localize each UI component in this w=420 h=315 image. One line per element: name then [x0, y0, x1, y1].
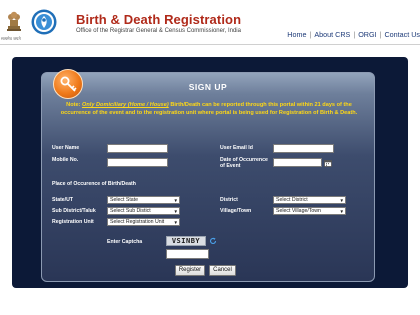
district-label: District: [220, 197, 238, 203]
site-title: Birth & Death Registration: [76, 12, 242, 27]
signup-title: SIGN UP: [188, 82, 228, 92]
date-of-occurrence-label: Date of Occurrence of Event: [220, 157, 268, 169]
date-of-occurrence-input[interactable]: [273, 158, 322, 167]
nav-contact-us-link[interactable]: Contact Us: [384, 30, 420, 39]
date-label-line2: of Event: [220, 163, 241, 169]
cancel-button[interactable]: Cancel: [209, 265, 236, 276]
nav-home-link[interactable]: Home: [287, 30, 306, 39]
user-name-label: User Name: [52, 145, 80, 151]
state-select-value: Select State: [110, 197, 138, 203]
captcha-image: VSINBY: [166, 236, 206, 246]
sub-district-select[interactable]: Select Sub Distict ▼: [107, 207, 180, 215]
district-select-value: Select District: [276, 197, 308, 203]
mobile-no-label: Mobile No.: [52, 157, 79, 163]
mobile-no-input[interactable]: [107, 158, 168, 167]
national-emblem-icon: [7, 11, 21, 31]
dropdown-arrow-icon: ▼: [173, 209, 178, 214]
key-icon: [60, 76, 77, 92]
sub-district-select-value: Select Sub Distict: [110, 208, 151, 214]
key-badge: [53, 69, 83, 99]
village-town-select[interactable]: Select Village/Town ▼: [273, 207, 346, 215]
user-name-input[interactable]: [107, 144, 168, 153]
district-select[interactable]: Select District ▼: [273, 196, 346, 204]
village-town-select-value: Select Village/Town: [276, 208, 321, 214]
dropdown-arrow-icon: ▼: [339, 198, 344, 203]
nav-separator: |: [353, 30, 356, 39]
crs-logo-icon: [31, 9, 57, 35]
dropdown-arrow-icon: ▼: [173, 220, 178, 225]
nav-orgi-link[interactable]: ORGI: [358, 30, 376, 39]
refresh-captcha-icon[interactable]: [209, 237, 217, 245]
user-email-label: User Email Id: [220, 145, 253, 151]
site-subtitle: Office of the Registrar General & Census…: [76, 28, 241, 34]
register-button[interactable]: Register: [175, 265, 205, 276]
registration-unit-select[interactable]: Select Registration Unit ▼: [107, 218, 180, 226]
registration-note: Note: Only Domiciliary (Home / House) Bi…: [58, 101, 360, 117]
captcha-input[interactable]: [166, 249, 209, 259]
calendar-icon[interactable]: [324, 159, 332, 167]
registration-unit-select-value: Select Registration Unit: [110, 219, 165, 225]
signup-header: SIGN UP: [42, 73, 374, 97]
note-prefix: Note:: [66, 102, 83, 108]
sub-district-label: Sub District/Taluk: [52, 208, 96, 214]
state-select[interactable]: Select State ▼: [107, 196, 180, 204]
dropdown-arrow-icon: ▼: [173, 198, 178, 203]
place-of-occurrence-heading: Place of Occurence of Birth/Death: [52, 181, 136, 187]
site-header: सत्यमेव जयते Birth & Death Registration …: [0, 0, 420, 44]
village-town-label: Village/Town: [220, 208, 252, 214]
header-divider: [0, 44, 420, 45]
user-email-input[interactable]: [273, 144, 334, 153]
state-ut-label: State/UT: [52, 197, 74, 203]
nav-about-crs-link[interactable]: About CRS: [314, 30, 350, 39]
top-nav: Home | About CRS | ORGI | Contact Us: [287, 30, 420, 39]
dropdown-arrow-icon: ▼: [339, 209, 344, 214]
note-emphasis: Only Domiciliary (Home / House): [82, 102, 169, 108]
emblem-caption: सत्यमेव जयते: [1, 36, 21, 41]
enter-captcha-label: Enter Captcha: [107, 239, 143, 245]
registration-unit-label: Registration Unit: [52, 219, 94, 225]
